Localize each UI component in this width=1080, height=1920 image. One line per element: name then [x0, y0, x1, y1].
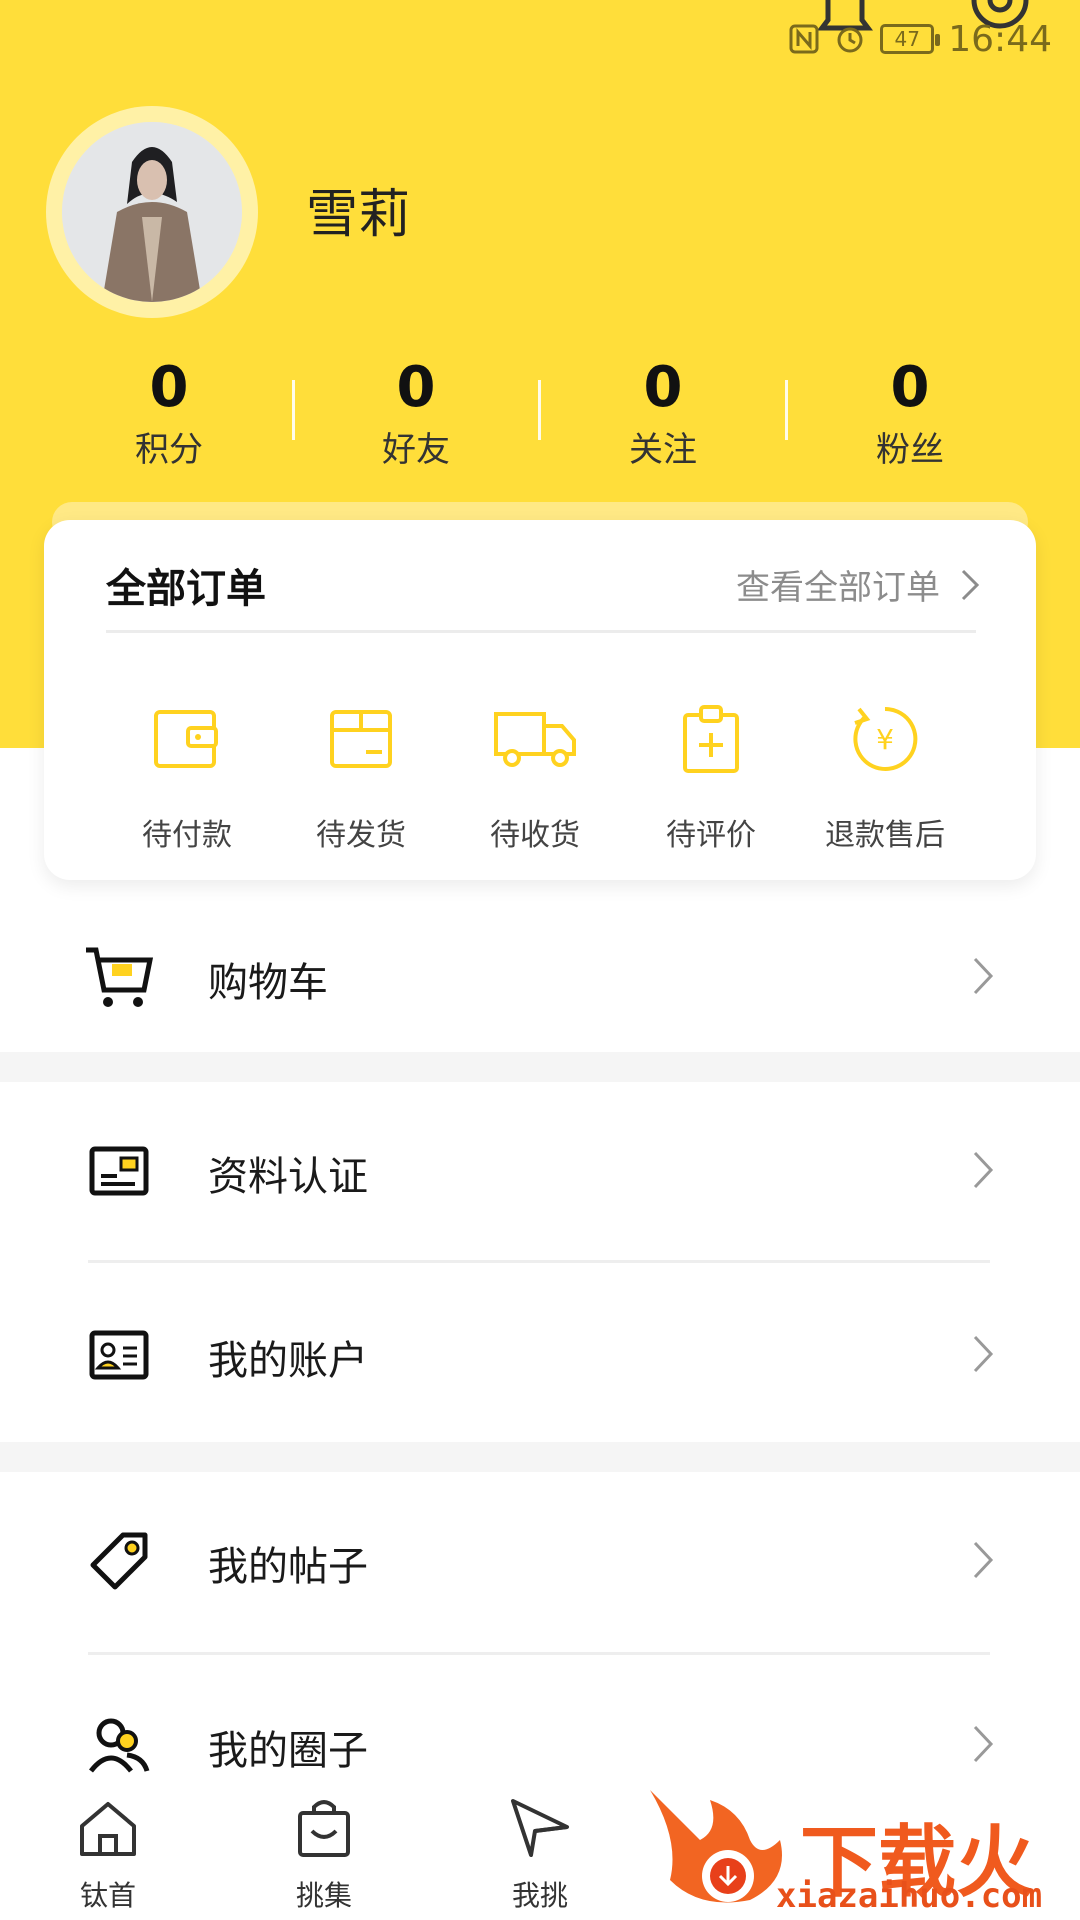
battery-indicator: 47: [880, 24, 941, 54]
stat-label: 积分: [135, 430, 203, 470]
chevron-right-icon: [973, 1541, 994, 1579]
view-all-orders-link[interactable]: 查看全部订单: [736, 560, 980, 609]
paper-plane-icon: [511, 1799, 569, 1857]
stat-value: 0: [149, 355, 189, 420]
order-label: 待评价: [666, 818, 756, 853]
view-all-orders-label: 查看全部订单: [736, 568, 940, 608]
clipboard-plus-icon: [683, 705, 739, 773]
stats-row: 0 积分 0 好友 0 关注 0 粉丝: [0, 352, 1080, 482]
chevron-right-icon: [973, 1725, 994, 1763]
group-icon: [89, 1718, 150, 1773]
profile-page: 47 16:44 雪莉 0 积分 0 好友 0 关注 0 粉丝 全部订单 查看全…: [0, 0, 1080, 1920]
order-pending-review[interactable]: 待评价: [636, 694, 786, 854]
menu-label: 我的帖子: [208, 1544, 368, 1590]
menu-item-circles[interactable]: 我的圈子: [0, 1670, 1080, 1780]
stat-value: 0: [643, 355, 683, 420]
order-label: 待收货: [490, 818, 580, 853]
menu-label: 购物车: [208, 960, 328, 1006]
clock-time: 16:44: [948, 18, 1052, 60]
avatar[interactable]: [46, 106, 258, 318]
home-icon: [80, 1802, 136, 1856]
wallet-icon: [154, 710, 218, 768]
stat-value: 0: [396, 355, 436, 420]
order-label: 待发货: [316, 818, 406, 853]
order-pending-receipt[interactable]: 待收货: [460, 694, 610, 854]
orders-card: 全部订单 查看全部订单 待付款 待发货 待收货 待评价 ¥ 退款售后: [44, 520, 1036, 880]
truck-icon: [494, 712, 576, 767]
chevron-right-icon: [973, 1335, 994, 1373]
menu-item-posts[interactable]: 我的帖子: [0, 1486, 1080, 1636]
stat-value: 0: [890, 355, 930, 420]
box-icon: [330, 710, 392, 768]
menu-item-account[interactable]: 我的账户: [0, 1280, 1080, 1430]
orders-title: 全部订单: [106, 566, 266, 612]
alarm-icon: [837, 27, 863, 53]
order-label: 退款售后: [825, 818, 945, 853]
menu-label: 资料认证: [208, 1154, 368, 1200]
order-pending-payment[interactable]: 待付款: [112, 694, 262, 854]
tag-icon: [90, 1532, 148, 1590]
order-pending-shipment[interactable]: 待发货: [286, 694, 436, 854]
row-divider: [88, 1652, 990, 1655]
tab-label: 钛首: [79, 1879, 136, 1912]
chevron-right-icon: [973, 1151, 994, 1189]
order-label: 待付款: [142, 818, 232, 853]
chevron-right-icon: [973, 957, 994, 995]
menu-item-cart[interactable]: 购物车: [0, 902, 1080, 1052]
username: 雪莉: [306, 185, 411, 245]
avatar-photo: [62, 122, 242, 302]
menu-label: 我的圈子: [208, 1728, 368, 1774]
id-card-icon: [89, 1146, 149, 1196]
tab-home[interactable]: 钛首: [48, 1792, 168, 1914]
stat-label: 好友: [382, 430, 450, 470]
tab-collection[interactable]: 挑集: [264, 1792, 384, 1914]
tab-label: 挑集: [295, 1879, 352, 1912]
nfc-icon: [789, 24, 819, 54]
stat-label: 粉丝: [876, 430, 944, 470]
tab-label: 我挑: [511, 1879, 568, 1912]
stat-fans[interactable]: 0 粉丝: [787, 352, 1033, 476]
row-divider: [88, 1260, 990, 1263]
account-card-icon: [89, 1330, 149, 1380]
order-refund-aftersale[interactable]: ¥ 退款售后: [810, 694, 960, 854]
refund-yen-icon: ¥: [853, 706, 918, 771]
stat-label: 关注: [629, 430, 697, 470]
status-bar: 47 16:44: [788, 14, 1052, 64]
tab-my-picks[interactable]: 我挑: [480, 1792, 600, 1914]
stat-points[interactable]: 0 积分: [46, 352, 292, 476]
watermark-url: xiazaihuo.com: [776, 1876, 1043, 1916]
cart-icon: [86, 947, 154, 1007]
svg-text:¥: ¥: [876, 723, 894, 756]
card-divider: [106, 630, 976, 633]
section-separator: [0, 1442, 1080, 1472]
stat-following[interactable]: 0 关注: [540, 352, 786, 476]
section-separator: [0, 1052, 1080, 1082]
chevron-right-icon: [961, 569, 980, 600]
stat-friends[interactable]: 0 好友: [293, 352, 539, 476]
menu-item-verification[interactable]: 资料认证: [0, 1096, 1080, 1246]
menu-label: 我的账户: [208, 1338, 368, 1384]
shopping-bag-icon: [298, 1800, 350, 1857]
